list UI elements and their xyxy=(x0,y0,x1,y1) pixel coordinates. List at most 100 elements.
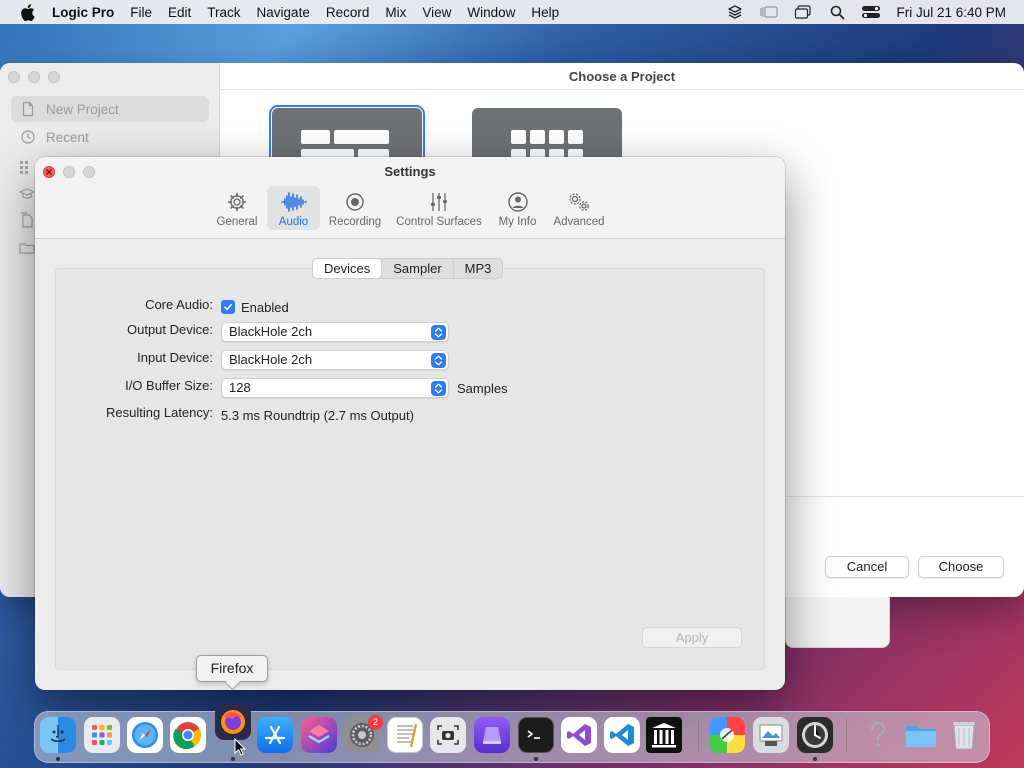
layers-icon[interactable] xyxy=(724,3,746,21)
menu-edit[interactable]: Edit xyxy=(160,5,199,20)
chevron-updown-icon xyxy=(431,381,446,396)
input-device-value: BlackHole 2ch xyxy=(229,352,313,367)
dock-textedit-icon[interactable] xyxy=(387,717,423,753)
sidebar-item-new-project[interactable]: New Project xyxy=(11,96,209,122)
latency-label: Resulting Latency: xyxy=(106,405,213,420)
project-minimize-button[interactable] xyxy=(28,71,40,83)
dock-visual-studio-icon[interactable] xyxy=(561,717,597,753)
running-indicator xyxy=(56,757,60,761)
menu-track[interactable]: Track xyxy=(199,5,248,20)
settings-window: Settings General Audio Recording Control… xyxy=(35,157,785,690)
output-device-value: BlackHole 2ch xyxy=(229,324,313,339)
dock-shortcuts-icon[interactable] xyxy=(301,717,337,753)
core-audio-checkbox[interactable]: Enabled xyxy=(221,300,289,315)
graduation-cap-icon[interactable] xyxy=(18,186,36,202)
buffer-size-row: I/O Buffer Size: 128 Samples xyxy=(35,378,735,398)
search-icon[interactable] xyxy=(826,3,848,21)
dock-help-icon[interactable] xyxy=(860,717,896,753)
running-indicator xyxy=(813,757,817,761)
dock-finder-icon[interactable] xyxy=(40,717,76,753)
stage-manager-icon[interactable] xyxy=(758,3,780,21)
window-icon[interactable] xyxy=(792,3,814,21)
control-center-icon[interactable] xyxy=(860,3,882,21)
subtab-devices[interactable]: Devices xyxy=(313,259,382,278)
documents-icon[interactable] xyxy=(19,212,35,228)
running-indicator xyxy=(534,757,538,761)
folder-icon[interactable] xyxy=(19,240,35,256)
project-window-title: Choose a Project xyxy=(220,63,1024,90)
input-device-popup[interactable]: BlackHole 2ch xyxy=(221,350,449,370)
input-device-label: Input Device: xyxy=(137,350,213,365)
core-audio-value: Enabled xyxy=(241,299,289,315)
grid-icon[interactable] xyxy=(19,159,35,175)
dock-logic-pro-icon[interactable] xyxy=(797,717,833,753)
dock-downloads-folder-icon[interactable] xyxy=(903,717,939,753)
buffer-size-value: 128 xyxy=(229,380,251,395)
tab-label: My Info xyxy=(498,216,537,228)
cancel-button[interactable]: Cancel xyxy=(825,556,909,578)
tab-general[interactable]: General xyxy=(213,186,261,230)
menu-file[interactable]: File xyxy=(122,5,160,20)
dock-terminal-icon[interactable] xyxy=(518,717,554,753)
sidebar-item-recent[interactable]: Recent xyxy=(11,124,209,150)
buffer-size-popup[interactable]: 128 xyxy=(221,378,449,398)
sliders-icon xyxy=(426,190,452,214)
menu-app-name[interactable]: Logic Pro xyxy=(46,5,122,20)
output-device-row: Output Device: BlackHole 2ch xyxy=(35,322,735,342)
subtab-sampler[interactable]: Sampler xyxy=(381,259,452,278)
chevron-updown-icon xyxy=(431,353,446,368)
dock-preview-icon[interactable] xyxy=(753,717,789,753)
dock-trash-icon[interactable] xyxy=(946,717,982,753)
dock-simulator-icon[interactable] xyxy=(474,717,510,753)
tab-label: General xyxy=(216,216,258,228)
dock-launchpad-icon[interactable] xyxy=(84,717,120,753)
dock-vscode-icon[interactable] xyxy=(604,717,640,753)
project-zoom-button[interactable] xyxy=(48,71,60,83)
output-device-label: Output Device: xyxy=(127,322,213,337)
tab-control-surfaces[interactable]: Control Surfaces xyxy=(392,186,486,230)
output-device-popup[interactable]: BlackHole 2ch xyxy=(221,322,449,342)
tab-label: Recording xyxy=(328,216,382,228)
tab-recording[interactable]: Recording xyxy=(325,186,385,230)
dock-safari-icon[interactable] xyxy=(127,717,163,753)
menu-mix[interactable]: Mix xyxy=(377,5,414,20)
menu-view[interactable]: View xyxy=(414,5,459,20)
dock-firefox-icon[interactable] xyxy=(215,704,251,740)
dock-screenshot-icon[interactable] xyxy=(430,717,466,753)
menu-help[interactable]: Help xyxy=(523,5,567,20)
menu-window[interactable]: Window xyxy=(459,5,523,20)
mouse-cursor xyxy=(234,737,247,756)
dock-library-icon[interactable] xyxy=(646,717,682,753)
menu-record[interactable]: Record xyxy=(318,5,378,20)
settings-tabs: General Audio Recording Control Surfaces xyxy=(35,186,785,230)
menu-clock[interactable]: Fri Jul 21 6:40 PM xyxy=(888,5,1024,20)
template-block xyxy=(530,130,545,144)
tab-label: Control Surfaces xyxy=(396,216,482,228)
tab-audio[interactable]: Audio xyxy=(267,186,320,230)
tab-advanced[interactable]: Advanced xyxy=(549,186,609,230)
core-audio-row: Core Audio: Enabled xyxy=(35,297,735,317)
input-device-row: Input Device: BlackHole 2ch xyxy=(35,350,735,370)
apply-button[interactable]: Apply xyxy=(642,627,742,648)
settings-toolbar: Settings General Audio Recording Control… xyxy=(35,157,785,239)
core-audio-label: Core Audio: xyxy=(145,297,213,312)
choose-button[interactable]: Choose xyxy=(918,556,1004,578)
subtab-mp3[interactable]: MP3 xyxy=(452,259,503,278)
dock-chrome-icon[interactable] xyxy=(170,717,206,753)
apple-logo-icon[interactable] xyxy=(18,3,36,21)
dock-separator xyxy=(698,719,699,753)
project-window-controls xyxy=(8,71,60,83)
sidebar-item-label: Recent xyxy=(46,129,89,145)
dock-app-store-icon[interactable] xyxy=(257,717,293,753)
tab-my-info[interactable]: My Info xyxy=(495,186,540,230)
menu-bar: Logic Pro File Edit Track Navigate Recor… xyxy=(0,0,1024,24)
subtab-control: Devices Sampler MP3 xyxy=(312,258,504,279)
settings-title: Settings xyxy=(384,164,436,179)
dock-colorsync-icon[interactable] xyxy=(709,717,745,753)
template-block xyxy=(334,130,389,144)
background-window-edge xyxy=(785,597,890,648)
latency-row: Resulting Latency: 5.3 ms Roundtrip (2.7… xyxy=(35,405,735,425)
project-close-button[interactable] xyxy=(8,71,20,83)
menu-navigate[interactable]: Navigate xyxy=(249,5,318,20)
waveform-icon xyxy=(280,190,307,214)
